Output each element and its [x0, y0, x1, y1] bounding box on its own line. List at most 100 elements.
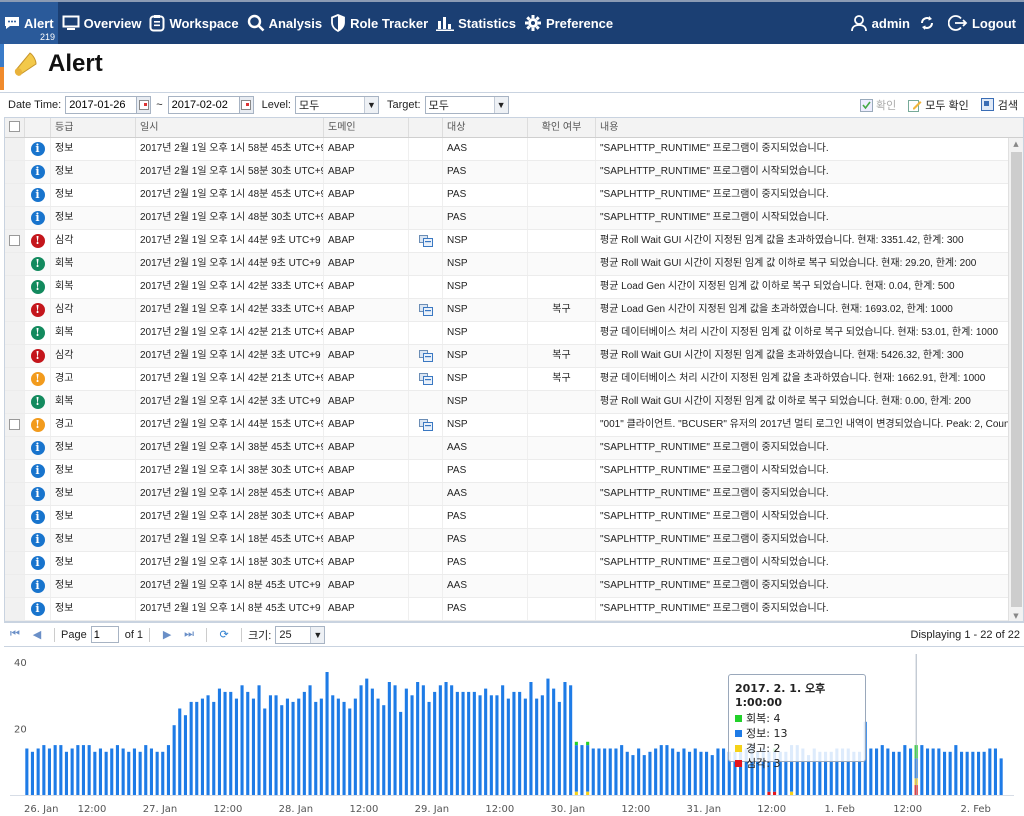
- bar-info[interactable]: [591, 748, 595, 796]
- row-checkbox[interactable]: [5, 575, 25, 597]
- row-checkbox[interactable]: [5, 368, 25, 390]
- bar-info[interactable]: [461, 691, 465, 795]
- bar-info[interactable]: [614, 748, 618, 796]
- row-checkbox[interactable]: [5, 529, 25, 551]
- bar-info[interactable]: [393, 685, 397, 795]
- row-checkbox[interactable]: [5, 598, 25, 620]
- row-checkbox[interactable]: [5, 552, 25, 574]
- row-checkbox[interactable]: [5, 437, 25, 459]
- bar-info[interactable]: [948, 751, 952, 795]
- table-row[interactable]: i 정보 2017년 2월 1일 오후 1시 48분 45초 UTC+9 ABAP PA…: [5, 184, 1008, 207]
- bar-info[interactable]: [59, 745, 63, 795]
- scrollbar-thumb[interactable]: [1011, 152, 1022, 607]
- bar-info[interactable]: [569, 685, 573, 795]
- bar-info[interactable]: [387, 682, 391, 795]
- detail-window-icon[interactable]: [418, 304, 433, 316]
- select-all-checkbox[interactable]: [5, 118, 25, 137]
- bar-info[interactable]: [523, 698, 527, 795]
- bar-info[interactable]: [580, 745, 584, 795]
- search-button[interactable]: 검색: [980, 97, 1018, 113]
- grid-scrollbar[interactable]: ▲ ▼: [1008, 138, 1023, 621]
- bar-info[interactable]: [263, 708, 267, 796]
- col-header-domain[interactable]: 도메인: [324, 118, 409, 137]
- bar-info[interactable]: [291, 701, 295, 795]
- date-from-calendar-icon[interactable]: [137, 96, 152, 114]
- bar-info[interactable]: [274, 695, 278, 796]
- bar-info[interactable]: [540, 695, 544, 796]
- table-row[interactable]: i 정보 2017년 2월 1일 오후 1시 28분 45초 UTC+9 ABAP AA…: [5, 483, 1008, 506]
- bar-info[interactable]: [931, 748, 935, 796]
- row-checkbox[interactable]: [5, 276, 25, 298]
- bar-info[interactable]: [127, 751, 131, 795]
- bar-info[interactable]: [25, 748, 29, 796]
- table-row[interactable]: i 정보 2017년 2월 1일 오후 1시 38분 45초 UTC+9 ABAP AA…: [5, 437, 1008, 460]
- bar-info[interactable]: [716, 748, 720, 796]
- table-row[interactable]: ! 회복 2017년 2월 1일 오후 1시 42분 21초 UTC+9 ABAP NS…: [5, 322, 1008, 345]
- row-checkbox[interactable]: [5, 184, 25, 206]
- bar-info[interactable]: [977, 751, 981, 795]
- table-row[interactable]: ! 심각 2017년 2월 1일 오후 1시 44분 9초 UTC+9 ABAP NSP…: [5, 230, 1008, 253]
- bar-info[interactable]: [370, 688, 374, 795]
- bar-info[interactable]: [926, 748, 930, 796]
- bar-info[interactable]: [308, 685, 312, 795]
- bar-info[interactable]: [155, 751, 159, 795]
- row-checkbox[interactable]: [5, 391, 25, 413]
- bar-info[interactable]: [217, 688, 221, 795]
- bar-info[interactable]: [427, 701, 431, 795]
- bar-info[interactable]: [365, 678, 369, 795]
- row-checkbox[interactable]: [5, 460, 25, 482]
- bar-info[interactable]: [246, 691, 250, 795]
- bar-info[interactable]: [625, 751, 629, 795]
- bar-info[interactable]: [620, 745, 624, 795]
- bar-info[interactable]: [64, 751, 68, 795]
- col-header-ack[interactable]: 확인 여부: [528, 118, 596, 137]
- next-page-button[interactable]: ▶: [156, 628, 178, 641]
- bar-info[interactable]: [353, 698, 357, 795]
- bar-info[interactable]: [467, 691, 471, 795]
- bar-info[interactable]: [234, 698, 238, 795]
- bar-info[interactable]: [557, 701, 561, 795]
- row-checkbox[interactable]: [5, 207, 25, 229]
- row-checkbox[interactable]: [5, 483, 25, 505]
- bar-info[interactable]: [438, 685, 442, 795]
- bar-info[interactable]: [399, 711, 403, 795]
- bar-info[interactable]: [98, 748, 102, 796]
- bar-info[interactable]: [433, 691, 437, 795]
- bar-info[interactable]: [909, 748, 913, 796]
- bar-info[interactable]: [506, 698, 510, 795]
- row-checkbox[interactable]: [5, 161, 25, 183]
- bar-info[interactable]: [81, 745, 85, 795]
- row-checkbox[interactable]: [5, 138, 25, 160]
- nav-preference[interactable]: Preference: [520, 2, 617, 44]
- bar-info[interactable]: [115, 745, 119, 795]
- bar-info[interactable]: [450, 685, 454, 795]
- bar-recovery[interactable]: [586, 741, 590, 746]
- bar-info[interactable]: [676, 751, 680, 795]
- bar-info[interactable]: [121, 748, 125, 796]
- date-to-calendar-icon[interactable]: [239, 96, 254, 114]
- bar-info[interactable]: [699, 751, 703, 795]
- bar-info[interactable]: [512, 691, 516, 795]
- bar-info[interactable]: [682, 748, 686, 796]
- bar-info[interactable]: [875, 748, 879, 796]
- bar-info[interactable]: [319, 698, 323, 795]
- bar-info[interactable]: [110, 748, 114, 796]
- bar-info[interactable]: [688, 751, 692, 795]
- bar-info[interactable]: [302, 691, 306, 795]
- detail-window-icon[interactable]: [418, 419, 433, 431]
- confirm-button[interactable]: 확인: [859, 97, 896, 113]
- bar-info[interactable]: [710, 755, 714, 795]
- table-row[interactable]: ! 회복 2017년 2월 1일 오후 1시 44분 9초 UTC+9 ABAP NSP…: [5, 253, 1008, 276]
- bar-info[interactable]: [529, 682, 533, 795]
- table-row[interactable]: i 정보 2017년 2월 1일 오후 1시 8분 45초 UTC+9 ABAP AAS…: [5, 575, 1008, 598]
- bar-info[interactable]: [404, 688, 408, 795]
- table-row[interactable]: i 정보 2017년 2월 1일 오후 1시 28분 30초 UTC+9 ABAP PA…: [5, 506, 1008, 529]
- bar-info[interactable]: [960, 751, 964, 795]
- bar-info[interactable]: [999, 758, 1003, 795]
- logout-button[interactable]: Logout: [944, 2, 1024, 44]
- bar-info[interactable]: [886, 748, 890, 796]
- table-row[interactable]: i 정보 2017년 2월 1일 오후 1시 48분 30초 UTC+9 ABAP PA…: [5, 207, 1008, 230]
- bar-info[interactable]: [982, 751, 986, 795]
- bar-info[interactable]: [608, 748, 612, 796]
- bar-info[interactable]: [518, 691, 522, 795]
